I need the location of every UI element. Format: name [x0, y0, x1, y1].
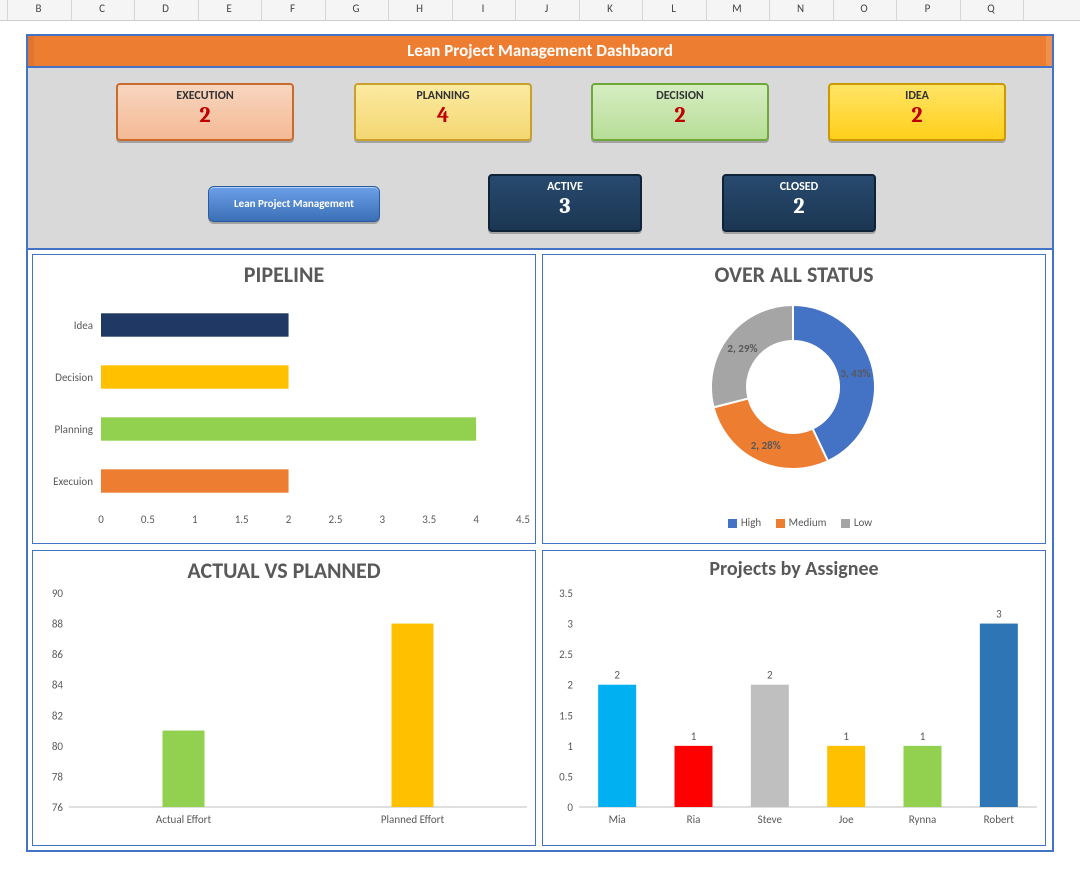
chart-assignee-title: Projects by Assignee	[543, 551, 1045, 581]
legend-swatch-high	[728, 519, 737, 528]
svg-text:1: 1	[691, 730, 697, 743]
svg-text:3: 3	[996, 608, 1002, 621]
card-idea-value: 2	[830, 102, 1004, 128]
chart-avp-title: ACTUAL VS PLANNED	[33, 551, 535, 584]
svg-text:3.5: 3.5	[422, 513, 436, 526]
card-execution-value: 2	[118, 102, 292, 128]
legend-label-low: Low	[854, 516, 872, 529]
svg-text:Decision: Decision	[55, 371, 93, 384]
svg-text:4: 4	[473, 513, 479, 526]
svg-text:76: 76	[52, 801, 64, 814]
svg-text:88: 88	[52, 618, 64, 631]
svg-text:1: 1	[192, 513, 198, 526]
svg-text:3.5: 3.5	[559, 587, 573, 600]
chart-assignee-plot: 0 0.5 1 1.5 2 2.5 3 3.5 Mia 2 Ria 1 Steve 2 Joe 1 Rynna 1…	[543, 585, 1043, 843]
card-planning-label: PLANNING	[356, 85, 530, 103]
chart-overall-legend: High Medium Low	[543, 516, 1045, 529]
legend-swatch-medium	[776, 519, 785, 528]
svg-text:2.5: 2.5	[559, 648, 573, 661]
card-planning: PLANNING 4	[354, 83, 532, 141]
chart-pipeline: PIPELINE 0 0.5 1 1.5 2 2.5 3 3.5 4 4.5 Idea Decisio…	[32, 254, 536, 544]
chart-overall-status: OVER ALL STATUS 3, 43% 2, 28% 2, 29% High …	[542, 254, 1046, 544]
card-active-value: 3	[490, 193, 640, 219]
svg-text:2.5: 2.5	[328, 513, 342, 526]
svg-text:4.5: 4.5	[516, 513, 530, 526]
svg-text:86: 86	[52, 648, 64, 661]
chart-overall-title: OVER ALL STATUS	[543, 255, 1045, 288]
card-closed-label: CLOSED	[724, 176, 874, 194]
svg-text:Actual Effort: Actual Effort	[156, 813, 212, 826]
svg-text:Planned Effort: Planned Effort	[381, 813, 445, 826]
svg-text:84: 84	[52, 679, 64, 692]
svg-text:0: 0	[567, 801, 573, 814]
legend-label-high: High	[741, 516, 761, 529]
svg-text:1: 1	[843, 730, 849, 743]
card-active-label: ACTIVE	[490, 176, 640, 194]
svg-text:78: 78	[52, 770, 64, 783]
chart-overall-plot: 3, 43% 2, 28% 2, 29%	[543, 287, 1043, 497]
spreadsheet-column-header: BCDEFGHIJKLMNOPQ	[0, 0, 1080, 21]
card-idea: IDEA 2	[828, 83, 1006, 141]
svg-text:Joe: Joe	[839, 813, 854, 826]
card-decision-label: DECISION	[593, 85, 767, 103]
svg-text:1: 1	[567, 740, 573, 753]
chart-actual-vs-planned: ACTUAL VS PLANNED 76 78 80 82 84 86 88 90 Actual…	[32, 550, 536, 846]
svg-text:0: 0	[98, 513, 104, 526]
svg-text:2: 2	[567, 679, 573, 692]
card-idea-label: IDEA	[830, 85, 1004, 103]
svg-text:3, 43%: 3, 43%	[840, 367, 870, 380]
card-closed-value: 2	[724, 193, 874, 219]
card-execution-label: EXECUTION	[118, 85, 292, 103]
svg-text:Idea: Idea	[74, 319, 93, 332]
card-planning-value: 4	[356, 102, 530, 128]
lean-project-management-button[interactable]: Lean Project Management	[208, 186, 380, 222]
chart-pipeline-title: PIPELINE	[33, 255, 535, 288]
card-execution: EXECUTION 2	[116, 83, 294, 141]
svg-text:2, 28%: 2, 28%	[751, 439, 781, 452]
svg-text:90: 90	[52, 587, 64, 600]
legend-swatch-low	[841, 519, 850, 528]
svg-text:2: 2	[286, 513, 292, 526]
svg-text:1: 1	[920, 730, 926, 743]
svg-text:Rynna: Rynna	[909, 813, 937, 826]
legend-label-medium: Medium	[789, 516, 827, 529]
chart-assignee: Projects by Assignee 0 0.5 1 1.5 2 2.5 3 3.5 Mia…	[542, 550, 1046, 846]
card-closed: CLOSED 2	[722, 174, 876, 232]
card-active: ACTIVE 3	[488, 174, 642, 232]
svg-text:Mia: Mia	[609, 813, 626, 826]
chart-pipeline-plot: 0 0.5 1 1.5 2 2.5 3 3.5 4 4.5 Idea Decision Planning…	[33, 289, 533, 539]
svg-text:0.5: 0.5	[559, 770, 573, 783]
svg-text:0.5: 0.5	[141, 513, 155, 526]
svg-text:1.5: 1.5	[559, 709, 573, 722]
svg-text:2: 2	[767, 669, 773, 682]
svg-text:Ria: Ria	[687, 813, 701, 826]
dashboard-frame: Lean Project Management Dashbaord EXECUT…	[26, 34, 1054, 852]
kpi-card-area: EXECUTION 2 PLANNING 4 DECISION 2 IDEA 2…	[28, 68, 1052, 250]
svg-text:Robert: Robert	[984, 813, 1015, 826]
svg-text:Execuion: Execuion	[53, 475, 93, 488]
svg-text:3: 3	[380, 513, 386, 526]
dashboard-title: Lean Project Management Dashbaord	[28, 36, 1052, 68]
svg-text:Steve: Steve	[758, 813, 783, 826]
svg-text:82: 82	[52, 709, 64, 722]
svg-text:2: 2	[614, 669, 620, 682]
card-decision: DECISION 2	[591, 83, 769, 141]
svg-text:1.5: 1.5	[235, 513, 249, 526]
svg-text:2, 29%: 2, 29%	[727, 342, 757, 355]
svg-text:3: 3	[567, 618, 573, 631]
card-decision-value: 2	[593, 102, 767, 128]
svg-text:80: 80	[52, 740, 64, 753]
chart-avp-plot: 76 78 80 82 84 86 88 90 Actual Effort Planned Eff…	[33, 585, 533, 843]
svg-text:Planning: Planning	[54, 423, 93, 436]
